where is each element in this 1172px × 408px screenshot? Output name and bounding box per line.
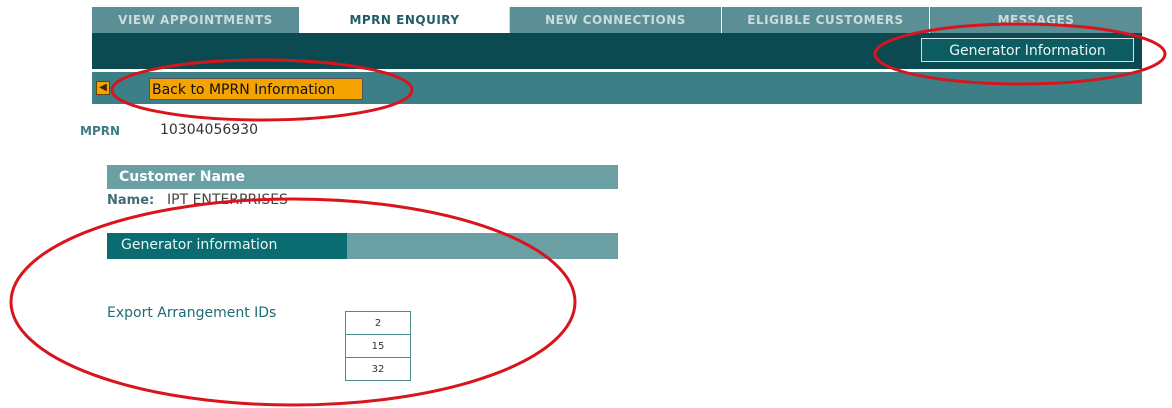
table-row: 2: [345, 311, 411, 335]
export-id-cell: 15: [345, 334, 411, 358]
tab-messages[interactable]: MESSAGES: [930, 7, 1142, 33]
table-row: 15: [345, 334, 411, 358]
back-arrow-icon[interactable]: ◀: [96, 81, 110, 95]
tab-new-connections[interactable]: NEW CONNECTIONS: [510, 7, 722, 33]
mprn-label: MPRN: [80, 124, 121, 138]
export-ids-table: 2 15 32: [345, 311, 411, 381]
tab-mprn-enquiry[interactable]: MPRN ENQUIRY: [300, 7, 510, 33]
name-value: IPT ENTERPRISES: [167, 192, 288, 208]
toolbar: Generator Information: [92, 33, 1142, 69]
name-label: Name:: [107, 193, 155, 208]
tab-eligible-customers[interactable]: ELIGIBLE CUSTOMERS: [722, 7, 930, 33]
generator-information-header: Generator information: [107, 233, 347, 259]
back-to-mprn-button[interactable]: Back to MPRN Information: [149, 78, 363, 100]
export-id-cell: 2: [345, 311, 411, 335]
tab-view-appointments[interactable]: VIEW APPOINTMENTS: [92, 7, 300, 33]
generator-information-section: Generator information: [107, 233, 618, 259]
export-arrangement-ids-label: Export Arrangement IDs: [107, 305, 277, 321]
table-row: 32: [345, 357, 411, 381]
sub-toolbar: ◀ Back to MPRN Information: [92, 72, 1142, 104]
customer-name-header: Customer Name: [107, 165, 618, 189]
tab-bar: VIEW APPOINTMENTS MPRN ENQUIRY NEW CONNE…: [92, 7, 1142, 33]
generator-information-button[interactable]: Generator Information: [921, 38, 1134, 62]
export-id-cell: 32: [345, 357, 411, 381]
mprn-value: 10304056930: [160, 122, 258, 138]
annotation-ellipse-generator-section: [9, 197, 577, 407]
